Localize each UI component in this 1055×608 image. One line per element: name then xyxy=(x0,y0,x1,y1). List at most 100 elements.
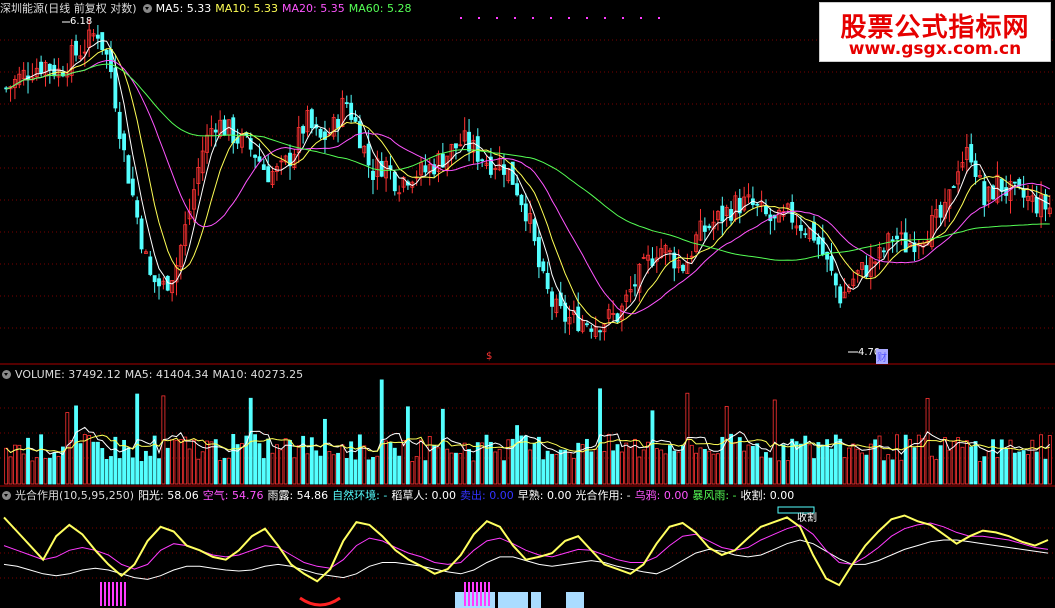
volume-bar xyxy=(724,405,729,485)
volume-bar xyxy=(855,448,860,485)
volume-bar xyxy=(689,444,694,485)
volume-toggle-icon[interactable] xyxy=(2,370,11,379)
volume-bar xyxy=(1008,439,1013,485)
volume-bar xyxy=(899,459,904,485)
signal-dot xyxy=(640,17,642,19)
volume-bar xyxy=(785,460,790,485)
air-line xyxy=(3,522,1049,570)
signal-dot xyxy=(568,17,570,19)
candle-body xyxy=(707,225,712,229)
volume-bar xyxy=(851,443,856,485)
volume-bar xyxy=(379,379,384,485)
volume-panel-header: VOLUME: 37492.12 MA5: 41404.34 MA10: 402… xyxy=(0,366,307,383)
volume-bar xyxy=(619,451,624,485)
volume-bar xyxy=(646,441,651,485)
finance-marker[interactable]: 财 xyxy=(876,349,888,364)
chart-stage[interactable]: 深圳能源(日线 前复权 对数) MA5: 5.33 MA10: 5.33 MA2… xyxy=(0,0,1055,608)
volume-bar xyxy=(624,442,629,485)
ind-item-6: 早熟: 0.00 xyxy=(517,489,572,502)
candle-body xyxy=(973,160,978,177)
candle-body xyxy=(222,119,227,136)
volume-bar xyxy=(934,459,939,485)
volume-bar xyxy=(593,448,598,485)
stock-chart-svg[interactable] xyxy=(0,0,1055,608)
volume-bar xyxy=(711,453,716,485)
watermark-logo: 股票公式指标网 www.gsgx.com.cn xyxy=(819,2,1051,62)
ind-item-0: 阳光: 58.06 xyxy=(138,489,199,502)
signal-bar xyxy=(472,582,474,606)
volume-bar xyxy=(266,438,271,485)
volume-bar xyxy=(309,437,314,485)
candle-body xyxy=(951,186,956,188)
volume-bar xyxy=(1004,448,1009,485)
volume-bar xyxy=(362,445,367,485)
volume-bar xyxy=(52,452,57,485)
volume-bar xyxy=(798,443,803,485)
candle-body xyxy=(52,64,57,77)
volume-bar xyxy=(419,439,423,485)
candle-body xyxy=(502,164,506,175)
volume-bar xyxy=(78,443,83,485)
candle-body xyxy=(829,255,834,271)
volume-bar xyxy=(331,454,336,485)
settings-toggle-icon[interactable] xyxy=(142,4,152,13)
volume-bar xyxy=(733,441,738,485)
volume-bar xyxy=(1030,439,1035,485)
volume-bar xyxy=(467,449,471,485)
volume-bar xyxy=(1047,435,1052,485)
bottom-arc xyxy=(299,596,341,607)
volume-bar xyxy=(659,449,664,485)
volume-bar xyxy=(702,448,707,485)
volume-bar xyxy=(414,456,419,485)
price-title: 深圳能源(日线 前复权 对数) xyxy=(0,2,137,15)
volume-bar xyxy=(475,442,480,485)
volume-bar xyxy=(109,456,113,485)
volume-bar xyxy=(17,444,22,485)
volume-bar xyxy=(1026,454,1030,485)
volume-bar xyxy=(261,458,266,485)
volume-bar xyxy=(371,456,375,485)
indicator-toggle-icon[interactable] xyxy=(2,491,11,500)
volume-bar xyxy=(978,461,982,485)
candle-body xyxy=(148,256,153,275)
volume-bar xyxy=(995,457,1000,485)
volume-bar xyxy=(838,438,843,485)
volume-bar xyxy=(681,445,685,485)
volume-bar xyxy=(563,449,568,485)
signal-dot xyxy=(586,17,588,19)
volume-bar xyxy=(676,451,681,485)
volume-bar xyxy=(170,439,175,485)
candle-body xyxy=(681,264,685,272)
candle-body xyxy=(309,109,314,129)
volume-bar xyxy=(847,447,851,485)
volume-bar xyxy=(454,452,458,485)
volume-bar xyxy=(502,460,506,485)
volume-bar xyxy=(21,453,26,485)
volume-bar xyxy=(274,444,279,485)
signal-dot xyxy=(550,17,552,19)
volume-bar xyxy=(528,449,533,485)
candle-body xyxy=(895,235,899,240)
candle-body xyxy=(982,181,987,206)
ind-item-8: 乌鸦: 0.00 xyxy=(634,489,689,502)
volume-bar xyxy=(288,439,292,485)
dividend-marker[interactable]: $ xyxy=(486,351,492,362)
candle-body xyxy=(532,219,537,242)
environment-block xyxy=(566,592,584,608)
volume-bar xyxy=(405,406,410,485)
volume-bar xyxy=(471,460,476,485)
volume-bar xyxy=(737,437,742,485)
candle-body xyxy=(816,236,821,245)
volume-bar xyxy=(148,455,153,485)
volume-bar xyxy=(1034,451,1039,485)
indicator-title: 光合作用(10,5,95,250) xyxy=(15,489,135,502)
candle-body xyxy=(545,272,550,290)
volume-bar xyxy=(432,445,437,485)
volume-bar xyxy=(423,460,428,485)
ma20-readout: MA20: 5.35 xyxy=(282,2,345,15)
ma10-line xyxy=(6,48,1050,325)
volume-bar xyxy=(87,435,92,485)
candle-body xyxy=(266,166,271,183)
candle-body xyxy=(344,102,349,105)
candle-body xyxy=(157,278,161,287)
